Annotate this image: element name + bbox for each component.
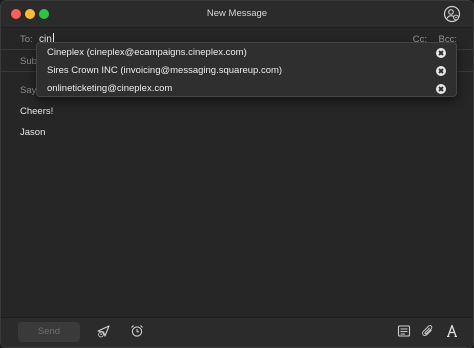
font-icon[interactable] <box>445 324 459 338</box>
body-line-cheers: Cheers! <box>20 106 54 117</box>
remove-suggestion-icon[interactable] <box>436 84 446 94</box>
body-line-partial: Say <box>20 85 37 96</box>
autocomplete-item[interactable]: onlineticketing@cineplex.com <box>37 80 456 98</box>
title-bar: New Message <box>1 1 473 28</box>
attachment-icon[interactable] <box>421 324 435 338</box>
compose-window: New Message To: cin Cc: Bcc: Subj Say Ch… <box>0 0 474 348</box>
autocomplete-dropdown: Cineplex (cineplex@ecampaigns.cineplex.c… <box>36 42 457 97</box>
compose-toolbar: Send <box>1 317 473 347</box>
autocomplete-item-label: onlineticketing@cineplex.com <box>47 83 173 94</box>
alarm-clock-icon[interactable] <box>130 324 144 338</box>
to-label: To: <box>20 34 33 45</box>
body-line-signature: Jason <box>20 127 46 138</box>
send-button[interactable]: Send <box>18 322 80 342</box>
autocomplete-item[interactable]: Cineplex (cineplex@ecampaigns.cineplex.c… <box>37 44 456 62</box>
account-settings-icon[interactable] <box>443 5 461 23</box>
window-title: New Message <box>206 8 268 19</box>
autocomplete-item-label: Cineplex (cineplex@ecampaigns.cineplex.c… <box>47 47 247 58</box>
autocomplete-item-label: Sires Crown INC (invoicing@messaging.squ… <box>47 65 283 76</box>
template-icon[interactable] <box>397 324 411 338</box>
autocomplete-item[interactable]: Sires Crown INC (invoicing@messaging.squ… <box>37 62 456 80</box>
send-later-icon[interactable] <box>97 324 111 338</box>
remove-suggestion-icon[interactable] <box>436 48 446 58</box>
remove-suggestion-icon[interactable] <box>436 66 446 76</box>
